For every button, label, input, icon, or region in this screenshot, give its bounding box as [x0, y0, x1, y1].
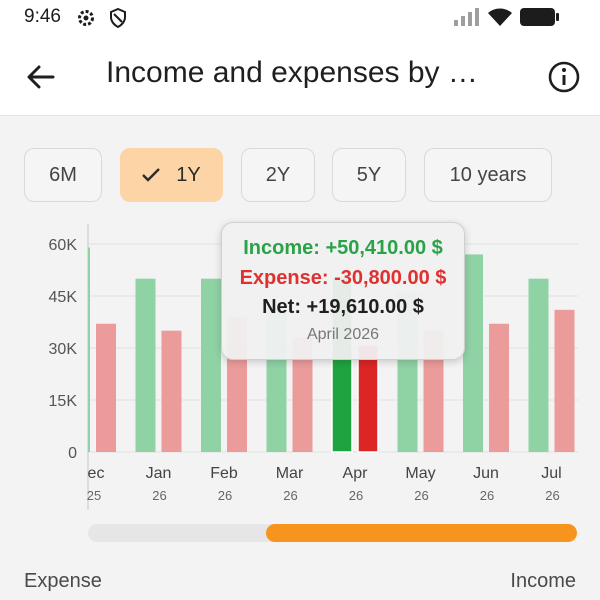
- chart-tooltip: Income: +50,410.00 $ Expense: -30,800.00…: [221, 222, 465, 360]
- expense-bar-jan[interactable]: [161, 330, 182, 452]
- x-tick-year: 26: [283, 488, 297, 503]
- income-bar-feb[interactable]: [201, 278, 221, 452]
- period-chip-label: 2Y: [265, 163, 291, 186]
- income-bar-jul[interactable]: [528, 278, 549, 452]
- expense-bar-ec[interactable]: [96, 323, 116, 452]
- period-chip-1y[interactable]: 1Y: [120, 148, 223, 202]
- x-tick-year: 26: [545, 488, 559, 503]
- tooltip-date: April 2026: [306, 326, 380, 343]
- x-tick-year: 25: [87, 488, 101, 503]
- period-chip-5y[interactable]: 5Y: [332, 148, 406, 202]
- wifi-icon: [488, 8, 512, 31]
- chart-scroll-thumb[interactable]: [266, 524, 577, 542]
- x-tick-month: Mar: [276, 465, 304, 482]
- tooltip-net: Net: +19,610.00 $: [262, 296, 424, 318]
- tooltip-expense: Expense: -30,800.00 $: [239, 267, 447, 289]
- x-tick-year: 26: [349, 488, 363, 503]
- income-bar-jan[interactable]: [135, 278, 156, 452]
- page-title: Income and expenses by …: [106, 56, 478, 89]
- expense-bar-jul[interactable]: [554, 309, 575, 452]
- x-tick-month: Jul: [541, 465, 561, 482]
- y-tick-label: 60K: [49, 237, 78, 254]
- x-tick-month: Jun: [473, 465, 499, 482]
- x-tick-year: 26: [480, 488, 494, 503]
- y-tick-label: 30K: [49, 341, 78, 358]
- x-tick-year: 26: [414, 488, 428, 503]
- back-arrow-icon[interactable]: [24, 60, 58, 94]
- info-icon[interactable]: [547, 60, 581, 94]
- period-chip-label: 6M: [49, 163, 77, 186]
- tooltip-income: Income: +50,410.00 $: [243, 237, 443, 259]
- shield-icon: [108, 7, 128, 33]
- period-chip-label: 5Y: [356, 163, 382, 186]
- status-bar: 9:46: [0, 0, 600, 36]
- period-chip-label: 10 years: [449, 163, 527, 186]
- period-chip-2y[interactable]: 2Y: [241, 148, 315, 202]
- legend-income-label: Income: [510, 570, 576, 592]
- app-bar: Income and expenses by …: [0, 36, 600, 116]
- signal-icon: [454, 8, 480, 31]
- y-tick-label: 15K: [49, 393, 78, 410]
- income-bar-jun[interactable]: [463, 254, 483, 452]
- expense-bar-apr[interactable]: [357, 344, 379, 453]
- x-tick-month: May: [405, 465, 435, 482]
- x-tick-month: Jan: [146, 465, 172, 482]
- x-tick-year: 26: [152, 488, 166, 503]
- expense-bar-jun[interactable]: [489, 323, 509, 452]
- battery-icon: [520, 8, 560, 31]
- x-tick-month: Apr: [343, 465, 369, 482]
- y-tick-label: 0: [68, 445, 77, 462]
- legend-expense-label: Expense: [24, 570, 102, 592]
- period-selector: 6M 1Y 2Y 5Y 10 years: [0, 148, 600, 204]
- x-tick-year: 26: [218, 488, 232, 503]
- period-chip-6m[interactable]: 6M: [24, 148, 102, 202]
- check-icon: [142, 168, 161, 182]
- x-tick-month: ec: [88, 465, 105, 482]
- settings-gear-icon: [76, 8, 96, 33]
- period-chip-10-years[interactable]: 10 years: [424, 148, 552, 202]
- y-tick-label: 45K: [49, 289, 78, 306]
- period-chip-label: 1Y: [176, 163, 201, 186]
- x-tick-month: Feb: [210, 465, 238, 482]
- status-time: 9:46: [24, 6, 61, 27]
